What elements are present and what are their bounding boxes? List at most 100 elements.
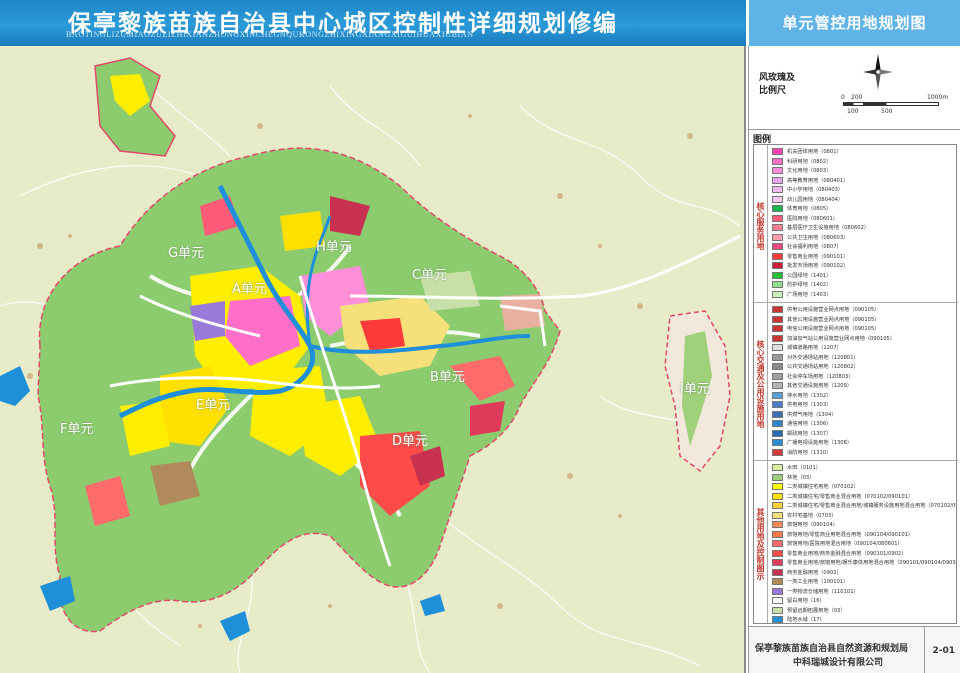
legend-item: 基层医疗卫生设施用地（080602） [772, 223, 956, 233]
legend-item-label: 旅馆用地/零售商业用地混合用地（090104/090101） [787, 531, 914, 538]
legend-item: 水田（0101） [772, 463, 956, 473]
legend-swatch [772, 306, 783, 314]
header-bar: 保亭黎族苗族自治县中心城区控制性详细规划修编 BAOTINGLIZUMIAOZU… [0, 0, 960, 46]
legend-group-label: 其他用地及控制图示 [754, 461, 768, 623]
legend-swatch [772, 587, 783, 595]
legend-item-label: 高等教育用地（080401） [787, 177, 849, 184]
legend-item: 零售商业用地/旅馆用地/娱乐康体用地混合用地（090101/090104/090… [772, 558, 956, 568]
legend-group-other: 其他用地及控制图示 水田（0101） 林地（03） 二类城镇住宅用地（070102）… [754, 461, 958, 671]
legend-swatch [772, 410, 783, 418]
legend-item-label: 社会福利用地（0807） [787, 244, 842, 251]
legend-item-label: 陆地水域（17） [787, 617, 825, 624]
legend-item-label: 供电用地（1303） [787, 402, 832, 409]
unit-label-b: B单元 [430, 370, 465, 385]
legend-item: 社会停车场用地（120803） [772, 372, 956, 382]
legend-item-label: 电信公用设施营业网点用地（090105） [787, 326, 880, 333]
legend-swatch [772, 157, 783, 165]
legend-swatch [772, 502, 783, 510]
client-org: 保亭黎族苗族自治县自然资源和规划局 [755, 644, 909, 654]
scale-tick-100: 100 [847, 108, 859, 115]
legend-item-label: 对外交通场站用地（120801） [787, 354, 859, 361]
legend-item: 公共交通场站用地（120802） [772, 362, 956, 372]
legend-item: 通信用地（1306） [772, 419, 956, 429]
legend-item-label: 社会停车场用地（120803） [787, 373, 854, 380]
legend-item: 医院用地（080601） [772, 214, 956, 224]
legend-swatch [772, 325, 783, 333]
legend-swatch [772, 186, 783, 194]
legend-swatch [772, 167, 783, 175]
map-drawing [0, 46, 744, 673]
legend-swatch [772, 290, 783, 298]
design-org: 中科瑞城设计有限公司 [793, 658, 884, 668]
legend-swatch [772, 214, 783, 222]
legend-item: 机关团体用地（0801） [772, 147, 956, 157]
sheet-title: 单元管控用地规划图 [746, 0, 960, 46]
legend-item-label: 零售商业用地/商务金融混合用地（090101/0902） [787, 550, 907, 557]
footer-divider [924, 627, 925, 673]
legend-swatch [772, 334, 783, 342]
legend-swatch [772, 262, 783, 270]
legend-item: 幼儿园用地（080404） [772, 195, 956, 205]
legend-item-label: 二类城镇住宅/零售商业混合用地（070102/090101） [787, 493, 914, 500]
legend-item-label: 零售商业用地（090101） [787, 253, 849, 260]
legend-swatch [772, 511, 783, 519]
legend-item: 旅馆用地/零售商业用地混合用地（090104/090101） [772, 530, 956, 540]
legend-swatch [772, 530, 783, 538]
legend-swatch [772, 363, 783, 371]
legend-item: 旅馆用地（090104） [772, 520, 956, 530]
legend-item: 广播电视设施用地（1308） [772, 438, 956, 448]
legend-item: 防护绿地（1402） [772, 280, 956, 290]
legend-item-label: 排水用地（1302） [787, 392, 832, 399]
legend-item: 陆地水域（17） [772, 615, 956, 625]
legend-item: 对外交通场站用地（120801） [772, 353, 956, 363]
legend-swatch [772, 549, 783, 557]
legend-swatch [772, 372, 783, 380]
legend-item: 留白用地（16） [772, 596, 956, 606]
scale-tick-0: 0 [841, 94, 845, 101]
legend-group-transport-utility: 核心交通及公用设施用地 供电公用设施营业网点用地（090105） 其他公用设施营业… [754, 303, 958, 461]
legend-item-label: 二类城镇住宅/零售商业混合用地/城镇服务设施用地混合用地（070102/0901… [787, 503, 956, 510]
scale-tick-500: 500 [881, 108, 893, 115]
legend-swatch [772, 224, 783, 232]
legend-swatch [772, 176, 783, 184]
legend-item: 预留远期拓展用地（03） [772, 606, 956, 616]
map-canvas[interactable]: G单元 H单元 A单元 C单元 B单元 F单元 E单元 D单元 I单元 [0, 46, 746, 673]
legend-item-label: 中小学用地（080403） [787, 187, 844, 194]
legend-item-label: 防护绿地（1402） [787, 282, 832, 289]
legend-item: 批发市场用地（090102） [772, 261, 956, 271]
legend-item-label: 供电公用设施营业网点用地（090105） [787, 307, 880, 314]
legend-item: 邮政用地（1307） [772, 429, 956, 439]
legend-item: 体育用地（0805） [772, 204, 956, 214]
legend-swatch [772, 391, 783, 399]
legend-item-label: 预留远期拓展用地（03） [787, 607, 846, 614]
legend-item-label: 旅馆用地（090104） [787, 522, 838, 529]
unit-label-g: G单元 [168, 246, 205, 261]
legend-swatch [772, 492, 783, 500]
legend-swatch [772, 464, 783, 472]
title-block-footer: 保亭黎族苗族自治县自然资源和规划局 中科瑞城设计有限公司 2-01 [749, 626, 960, 673]
legend-item: 其他交通设施用地（1209） [772, 381, 956, 391]
legend-item: 供电用地（1303） [772, 400, 956, 410]
legend-item-label: 机关团体用地（0801） [787, 149, 842, 156]
scale-bar-graphic [843, 102, 939, 106]
legend-swatch [772, 606, 783, 614]
legend-swatch [772, 195, 783, 203]
legend-swatch [772, 448, 783, 456]
legend: 核心服务用地 机关团体用地（0801） 科研用地（0802） 文化用地（0803） 高… [753, 144, 958, 671]
legend-swatch [772, 233, 783, 241]
north-arrow-icon [863, 54, 893, 90]
legend-item: 广场用地（1403） [772, 290, 956, 300]
legend-item: 高等教育用地（080401） [772, 176, 956, 186]
scale-tick-1000: 1000m [927, 94, 949, 101]
legend-item: 供燃气用地（1304） [772, 410, 956, 420]
legend-swatch [772, 252, 783, 260]
legend-item-label: 幼儿园用地（080404） [787, 196, 844, 203]
legend-swatch [772, 559, 783, 567]
legend-item: 加油加气站公用设施营业网点用地（090105） [772, 334, 956, 344]
legend-swatch [772, 429, 783, 437]
legend-swatch [772, 344, 783, 352]
legend-swatch [772, 148, 783, 156]
legend-item: 电信公用设施营业网点用地（090105） [772, 324, 956, 334]
legend-item-label: 商务金融用地（0902） [787, 569, 842, 576]
legend-item: 农村宅基地（0703） [772, 511, 956, 521]
